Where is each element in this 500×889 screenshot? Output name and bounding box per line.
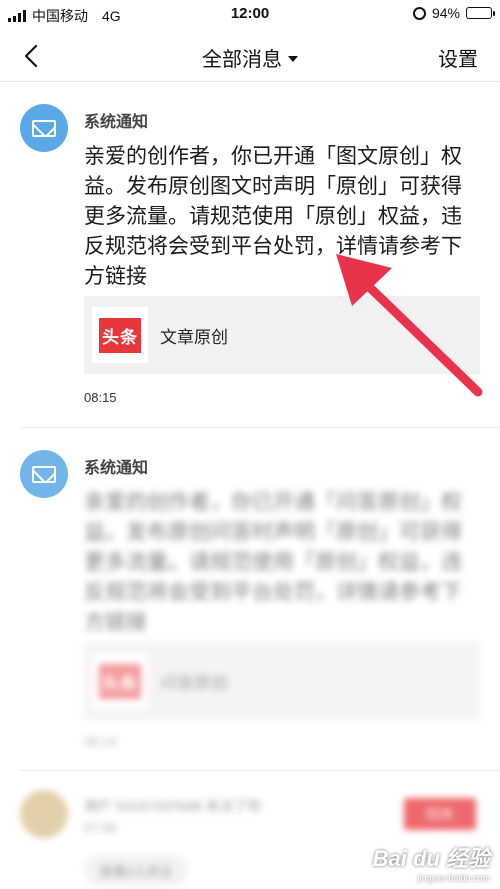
toutiao-logo: 头条 <box>92 653 148 709</box>
page-title: 全部消息 <box>202 49 282 71</box>
battery-icon <box>466 7 495 19</box>
battery-percent: 94% <box>431 5 460 21</box>
message-item[interactable]: 系统通知 亲爱的创作者，你已开通「问答原创」权益。发布原创问答时声明「原创」可获… <box>0 446 500 756</box>
settings-button[interactable]: 设置 <box>438 43 478 72</box>
avatar <box>20 790 68 838</box>
divider <box>20 770 500 771</box>
nav-bar: 全部消息 设置 <box>0 30 500 82</box>
message-text: 亲爱的创作者，你已开通「问答原创」权益。发布原创问答时声明「原创」可获得更多流量… <box>84 491 462 634</box>
message-time: 08:15 <box>84 390 117 405</box>
status-right: 94% <box>412 5 495 21</box>
message-text: 亲爱的创作者，你已开通「图文原创」权益。发布原创图文时声明「原创」可获得更多流量… <box>84 145 462 288</box>
caret-down-icon <box>288 55 298 62</box>
status-bar: 中国移动 4G 12:00 94% <box>0 0 500 30</box>
link-card-title: 文章原创 <box>160 328 228 347</box>
link-card[interactable]: 头条 文章原创 <box>84 296 480 374</box>
message-time: 08:14 <box>84 734 117 749</box>
toutiao-logo: 头条 <box>92 307 148 363</box>
alarm-icon <box>412 6 426 20</box>
envelope-icon <box>20 450 68 498</box>
message-sender: 系统通知 <box>84 460 149 477</box>
link-card[interactable]: 头条 问答原创 <box>84 642 480 720</box>
envelope-icon <box>20 104 68 152</box>
follow-back-button[interactable]: 回关 <box>404 798 476 830</box>
link-card-title: 问答原创 <box>160 674 228 693</box>
message-sender: 用户 53167007648 关注了你 <box>84 798 262 814</box>
message-time: 07:46 <box>84 820 117 835</box>
message-filter-dropdown[interactable]: 全部消息 <box>0 43 500 72</box>
view-followers-chip[interactable]: 查看2人关注 <box>84 854 189 886</box>
divider <box>20 427 500 428</box>
watermark: Bai du 经验 jingyan.baidu.com <box>372 846 490 883</box>
message-item[interactable]: 系统通知 亲爱的创作者，你已开通「图文原创」权益。发布原创图文时声明「原创」可获… <box>0 100 500 420</box>
message-sender: 系统通知 <box>84 114 149 131</box>
